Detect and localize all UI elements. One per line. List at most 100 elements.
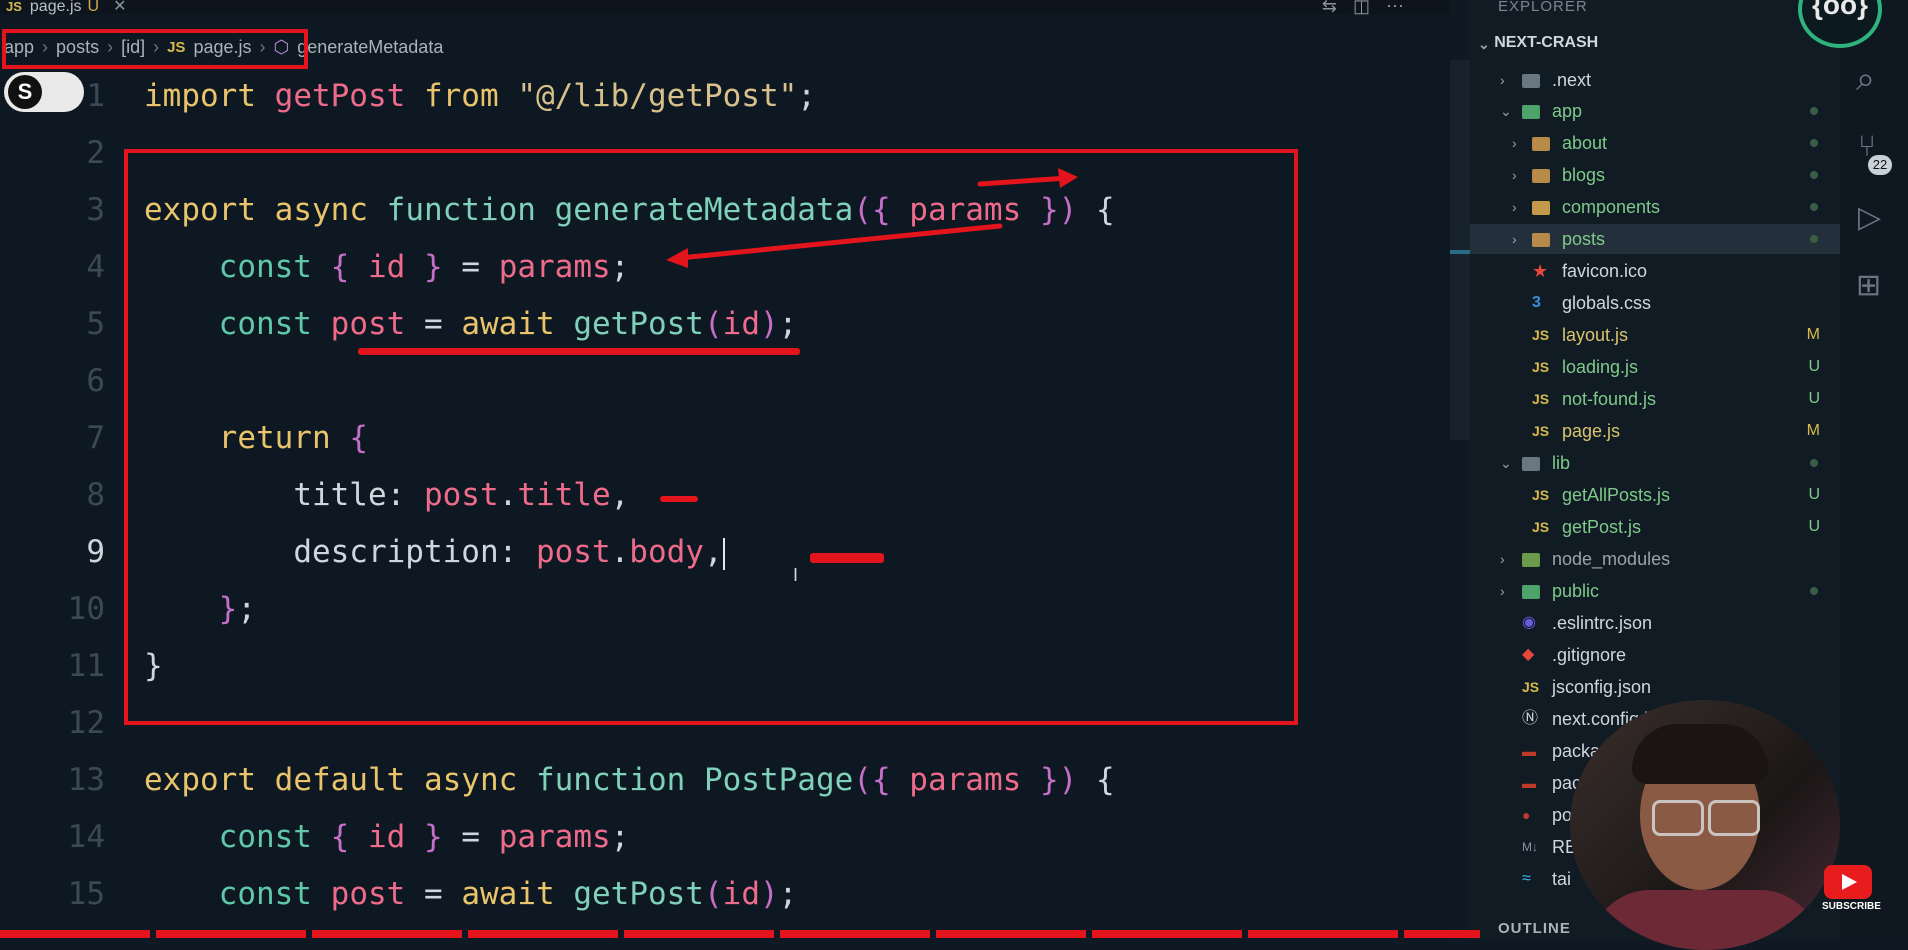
- tree-item[interactable]: › about: [1470, 128, 1840, 158]
- tree-item[interactable]: 3 globals.css: [1470, 288, 1840, 318]
- editor-actions: ⇆◫⋯: [1322, 0, 1420, 17]
- i-beam-cursor-icon: I: [793, 565, 799, 585]
- git-badge: M: [1806, 422, 1820, 439]
- tree-label: public: [1552, 581, 1600, 601]
- glasses-left: [1652, 800, 1704, 836]
- tab-bar: JS page.js U ✕ ⇆◫⋯: [0, 0, 1450, 17]
- tree-label: lib: [1552, 453, 1571, 473]
- presenter-hair: [1632, 724, 1768, 784]
- tree-label: jsconfig.json: [1552, 677, 1652, 697]
- npm-icon: ▬: [1522, 775, 1536, 791]
- next-icon: Ⓝ: [1522, 710, 1539, 727]
- line-number: 3: [86, 192, 105, 228]
- tree-label: page.js: [1562, 421, 1621, 441]
- line-number: 5: [86, 306, 105, 342]
- folder-icon: [1532, 201, 1550, 215]
- line-number: 8: [86, 477, 105, 513]
- tree-label: blogs: [1562, 165, 1606, 185]
- progress-bar-annotation: [0, 930, 1480, 938]
- tree-label: components: [1562, 197, 1661, 217]
- breadcrumb-symbol[interactable]: generateMetadata: [297, 37, 443, 58]
- line-number: 1: [86, 78, 105, 114]
- js-file-icon: JS: [6, 0, 22, 14]
- tree-item[interactable]: JS getPost.js U: [1470, 512, 1840, 542]
- dash-annotation: [660, 496, 698, 502]
- tree-item[interactable]: ◉ .eslintrc.json: [1470, 608, 1840, 638]
- folder-icon: [1522, 585, 1540, 599]
- js-file-icon: JS: [1532, 423, 1550, 439]
- outline-section[interactable]: OUTLINE: [1498, 920, 1571, 937]
- tree-label: .next: [1552, 70, 1592, 90]
- status-dot: [1810, 107, 1818, 115]
- tree-item[interactable]: ★ favicon.ico: [1470, 256, 1840, 286]
- tree-item-selected[interactable]: › posts: [1470, 224, 1840, 254]
- project-header[interactable]: ⌄ NEXT-CRASH: [1478, 34, 1598, 52]
- tree-item[interactable]: JS jsconfig.json: [1470, 672, 1840, 702]
- underline-annotation: [358, 348, 800, 355]
- js-file-icon: JS: [1532, 487, 1550, 503]
- folder-icon: [1522, 74, 1540, 88]
- more-icon[interactable]: ⋯: [1386, 0, 1420, 16]
- js-file-icon: JS: [1532, 359, 1550, 375]
- run-debug-icon[interactable]: ▷: [1858, 200, 1881, 235]
- tree-item[interactable]: ⌄ lib: [1470, 448, 1840, 478]
- search-icon[interactable]: ⌕: [1856, 60, 1875, 99]
- npm-icon: ▬: [1522, 743, 1536, 759]
- tree-label: tai: [1552, 869, 1572, 889]
- eslint-icon: ◉: [1522, 614, 1536, 631]
- tree-item[interactable]: › blogs: [1470, 160, 1840, 190]
- split-editor-icon[interactable]: ◫: [1353, 0, 1386, 16]
- line-number: 15: [67, 876, 105, 912]
- line-number: 12: [67, 705, 105, 741]
- chevron-right-icon: ›: [1500, 551, 1505, 567]
- tab-page-js[interactable]: JS page.js U ✕: [6, 0, 126, 16]
- compare-icon[interactable]: ⇆: [1322, 0, 1353, 16]
- tree-label: node_modules: [1552, 549, 1671, 569]
- tree-item[interactable]: › node_modules: [1470, 544, 1840, 574]
- chevron-down-icon: ⌄: [1478, 36, 1490, 52]
- close-icon[interactable]: ✕: [113, 0, 126, 15]
- folder-icon: [1532, 169, 1550, 183]
- tree-item[interactable]: › public: [1470, 576, 1840, 606]
- chevron-right-icon: ›: [1500, 583, 1505, 599]
- project-name: NEXT-CRASH: [1494, 34, 1599, 51]
- subscribe-button[interactable]: SUBSCRIBE: [1822, 865, 1881, 915]
- tree-label: not-found.js: [1562, 389, 1657, 409]
- tree-item[interactable]: › .next: [1470, 65, 1840, 95]
- extensions-icon[interactable]: ⊞: [1856, 268, 1881, 303]
- tree-label: app: [1552, 101, 1583, 121]
- tab-status: U: [87, 0, 100, 15]
- line-number: 11: [67, 648, 105, 684]
- tree-item[interactable]: JS loading.js U: [1470, 352, 1840, 382]
- folder-icon: [1522, 553, 1540, 567]
- tree-item[interactable]: JS page.js M: [1470, 416, 1840, 446]
- chevron-right-icon: ›: [1512, 167, 1517, 183]
- tree-label: getAllPosts.js: [1562, 485, 1671, 505]
- folder-icon: [1522, 105, 1540, 119]
- presenter-shirt: [1590, 890, 1820, 950]
- webcam-overlay: [1570, 700, 1840, 950]
- chevron-down-icon: ⌄: [1500, 455, 1512, 471]
- tree-label: posts: [1562, 229, 1606, 249]
- scm-badge: 22: [1868, 155, 1892, 175]
- folder-icon: [1522, 457, 1540, 471]
- tree-item[interactable]: ◆ .gitignore: [1470, 640, 1840, 670]
- scrollbar-thumb[interactable]: [1450, 250, 1470, 254]
- git-badge: M: [1806, 326, 1820, 343]
- tree-label: about: [1562, 133, 1608, 153]
- tree-item[interactable]: › components: [1470, 192, 1840, 222]
- line-number: 4: [86, 249, 105, 285]
- code-text: const post = await getPost(id);: [218, 876, 798, 912]
- line-number: 6: [86, 363, 105, 399]
- js-file-icon: JS: [1532, 519, 1550, 535]
- code-text: const { id } = params;: [218, 819, 630, 855]
- tree-label: getPost.js: [1562, 517, 1642, 537]
- status-dot: [1810, 171, 1818, 179]
- js-file-icon: JS: [1522, 679, 1540, 695]
- chevron-right-icon: ›: [1512, 135, 1517, 151]
- tree-item[interactable]: ⌄ app: [1470, 96, 1840, 126]
- tree-item[interactable]: JS not-found.js U: [1470, 384, 1840, 414]
- tree-item[interactable]: JS getAllPosts.js U: [1470, 480, 1840, 510]
- tree-item[interactable]: JS layout.js M: [1470, 320, 1840, 350]
- tree-label: .eslintrc.json: [1552, 613, 1653, 633]
